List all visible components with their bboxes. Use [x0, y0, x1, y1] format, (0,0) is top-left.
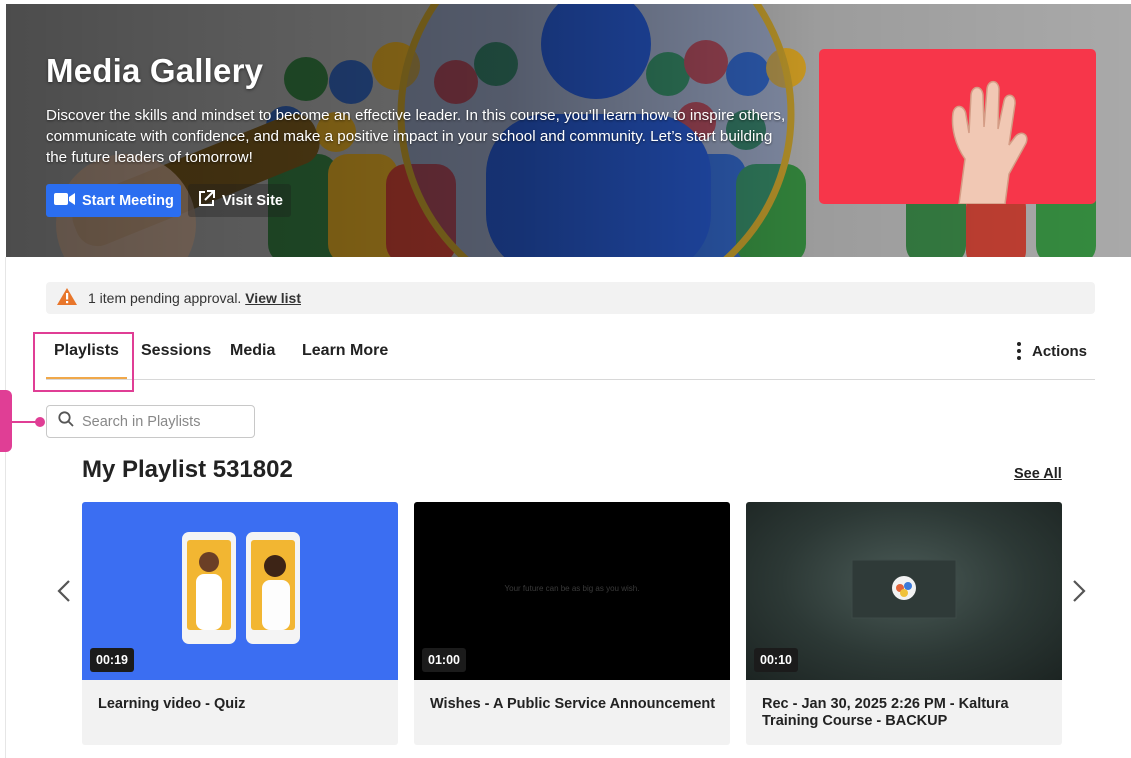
video-duration: 00:10: [754, 648, 798, 672]
carousel-prev-button[interactable]: [52, 575, 76, 607]
gallery-tabs: Playlists Sessions Media Learn More Acti…: [46, 330, 1095, 380]
more-vertical-icon: [1012, 342, 1026, 360]
video-duration: 01:00: [422, 648, 466, 672]
callout-marker: [0, 390, 12, 452]
callout-dot: [35, 417, 45, 427]
start-meeting-label: Start Meeting: [82, 192, 174, 209]
warning-icon: [56, 287, 78, 309]
playlist-card[interactable]: 00:19 Learning video - Quiz: [82, 502, 398, 745]
playlist-card[interactable]: 00:10 Rec - Jan 30, 2025 2:26 PM - Kaltu…: [746, 502, 1062, 745]
carousel-next-button[interactable]: [1067, 575, 1091, 607]
video-thumbnail: 00:19: [82, 502, 398, 680]
actions-menu-button[interactable]: Actions: [1012, 342, 1087, 360]
visit-site-label: Visit Site: [222, 192, 283, 209]
search-icon: [58, 411, 74, 432]
video-title: Learning video - Quiz: [98, 696, 246, 712]
see-all-link[interactable]: See All: [1014, 466, 1062, 482]
actions-label: Actions: [1031, 342, 1087, 360]
gallery-banner: Media Gallery Discover the skills and mi…: [6, 4, 1131, 257]
tab-sessions[interactable]: Sessions: [141, 342, 211, 360]
playlists-tab-highlight: [33, 332, 134, 392]
pending-approval-notice: 1 item pending approval. View list: [46, 282, 1095, 314]
video-thumbnail: Your future can be as big as you wish. 0…: [414, 502, 730, 680]
playlist-search-box: [46, 405, 255, 438]
tab-media[interactable]: Media: [230, 342, 275, 360]
video-title: Wishes - A Public Service Announcement: [430, 696, 716, 712]
video-title: Rec - Jan 30, 2025 2:26 PM - Kaltura Tra…: [762, 696, 1009, 729]
video-thumbnail: 00:10: [746, 502, 1062, 680]
search-input[interactable]: [82, 413, 242, 430]
playlist-title: My Playlist 531802: [82, 456, 293, 483]
external-link-icon: [198, 190, 215, 211]
chevron-left-icon: [57, 580, 70, 602]
video-duration: 00:19: [90, 648, 134, 672]
raised-hand-icon: [951, 80, 1028, 204]
playlist-card[interactable]: Your future can be as big as you wish. 0…: [414, 502, 730, 745]
tab-learn-more[interactable]: Learn More: [302, 342, 388, 360]
page-left-border: [5, 257, 6, 758]
gallery-thumbnail: [819, 49, 1096, 204]
gallery-description: Discover the skills and mindset to becom…: [46, 107, 786, 166]
video-overlay-text: Your future can be as big as you wish.: [504, 584, 640, 593]
start-meeting-button[interactable]: Start Meeting: [46, 184, 181, 217]
pending-approval-text: 1 item pending approval.: [88, 290, 242, 306]
view-list-link[interactable]: View list: [245, 290, 301, 306]
video-camera-icon: [54, 192, 76, 210]
chevron-right-icon: [1073, 580, 1086, 602]
visit-site-button[interactable]: Visit Site: [188, 184, 291, 217]
page-title: Media Gallery: [46, 52, 264, 89]
